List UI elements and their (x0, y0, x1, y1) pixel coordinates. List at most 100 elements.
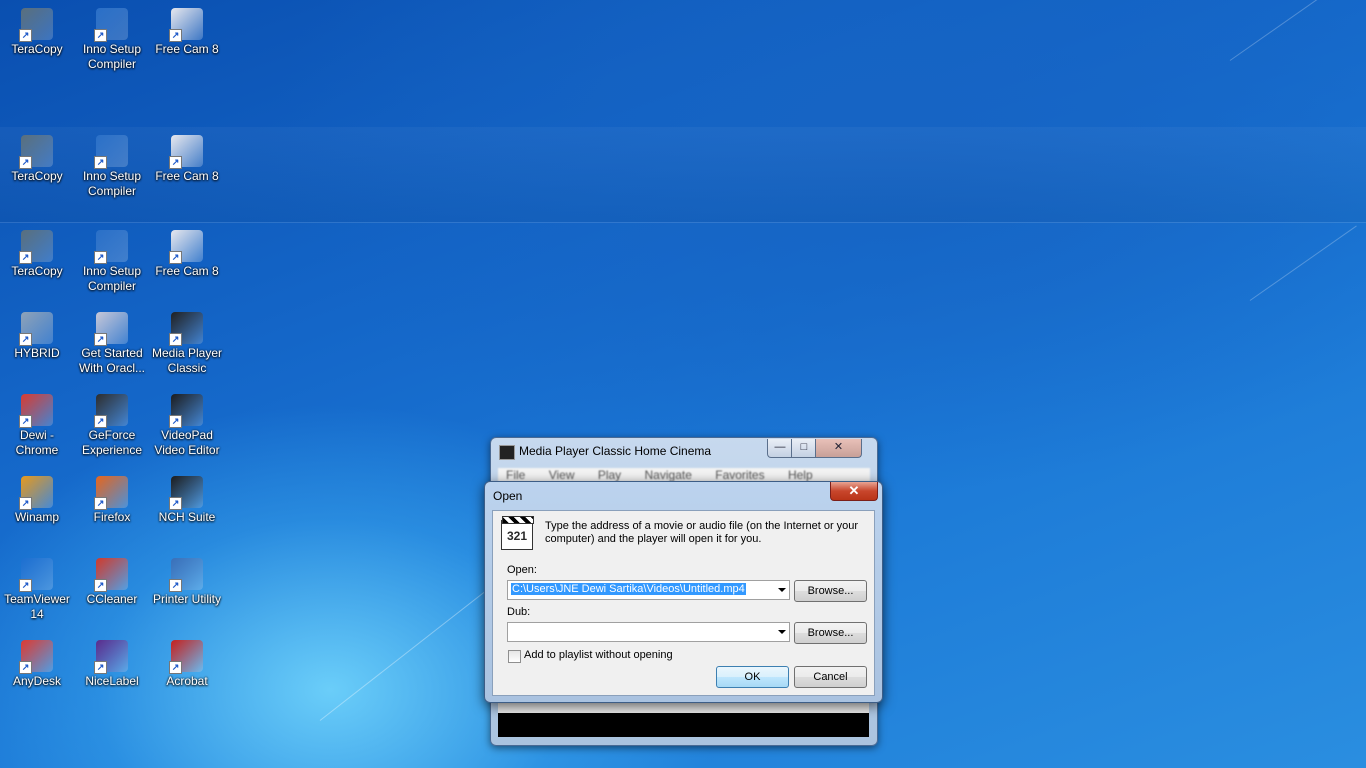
desktop-icon[interactable]: ↗ HYBRID (0, 312, 74, 361)
desktop-icon-label[interactable]: TeraCopy (0, 42, 74, 57)
teamviewer-icon[interactable]: ↗ (19, 558, 53, 592)
desktop-icon[interactable]: ↗ VideoPad Video Editor (150, 394, 224, 458)
desktop-icon[interactable]: ↗ NiceLabel (75, 640, 149, 689)
desktop-icon-label[interactable]: NiceLabel (75, 674, 149, 689)
desktop-icon-label[interactable]: Printer Utility (150, 592, 224, 607)
hybrid-icon[interactable]: ↗ (19, 312, 53, 346)
desktop-icon-label[interactable]: VideoPad Video Editor (150, 428, 224, 458)
nch-suite-icon[interactable]: ↗ (169, 476, 203, 510)
anydesk-icon[interactable]: ↗ (19, 640, 53, 674)
chevron-down-icon[interactable] (778, 588, 786, 592)
desktop-icon[interactable]: ↗ TeraCopy (0, 8, 74, 57)
add-to-playlist-checkbox[interactable] (508, 650, 521, 663)
open-path-combo[interactable]: C:\Users\JNE Dewi Sartika\Videos\Untitle… (507, 580, 790, 600)
inno-setup-icon[interactable]: ↗ (94, 135, 128, 169)
desktop-icon[interactable]: ↗ Dewi - Chrome (0, 394, 74, 458)
desktop-icon-label[interactable]: Media Player Classic (150, 346, 224, 376)
desktop-icon-label[interactable]: CCleaner (75, 592, 149, 607)
printer-utility-icon[interactable]: ↗ (169, 558, 203, 592)
menu-navigate[interactable]: Navigate (645, 468, 692, 482)
ok-button[interactable]: OK (716, 666, 789, 688)
desktop-icon-label[interactable]: TeamViewer 14 (0, 592, 74, 622)
desktop-icon[interactable]: ↗ Free Cam 8 (150, 8, 224, 57)
desktop-icon-label[interactable]: Dewi - Chrome (0, 428, 74, 458)
free-cam-icon[interactable]: ↗ (169, 8, 203, 42)
desktop-icon[interactable]: ↗ Free Cam 8 (150, 135, 224, 184)
desktop-icon-label[interactable]: Winamp (0, 510, 74, 525)
desktop-icon-label[interactable]: Inno Setup Compiler (75, 264, 149, 294)
desktop-icon[interactable]: ↗ Acrobat (150, 640, 224, 689)
desktop-icon[interactable]: ↗ Media Player Classic (150, 312, 224, 376)
desktop-icon-label[interactable]: TeraCopy (0, 264, 74, 279)
acrobat-icon[interactable]: ↗ (169, 640, 203, 674)
desktop-icon[interactable]: ↗ Inno Setup Compiler (75, 230, 149, 294)
desktop-icon-label[interactable]: GeForce Experience (75, 428, 149, 458)
desktop-icon[interactable]: ↗ TeraCopy (0, 230, 74, 279)
menu-file[interactable]: File (506, 468, 525, 482)
shortcut-arrow-icon: ↗ (169, 661, 182, 674)
desktop-icon[interactable]: ↗ Winamp (0, 476, 74, 525)
desktop-icon-label[interactable]: Inno Setup Compiler (75, 42, 149, 72)
shortcut-arrow-icon: ↗ (19, 333, 32, 346)
menu-play[interactable]: Play (598, 468, 621, 482)
desktop-icon[interactable]: ↗ Get Started With Oracl... (75, 312, 149, 376)
close-button[interactable]: ✕ (815, 439, 862, 458)
video-area[interactable] (498, 713, 869, 737)
geforce-icon[interactable]: ↗ (94, 394, 128, 428)
videopad-icon[interactable]: ↗ (169, 394, 203, 428)
open-path-value[interactable]: C:\Users\JNE Dewi Sartika\Videos\Untitle… (511, 583, 746, 595)
firefox-icon[interactable]: ↗ (94, 476, 128, 510)
menu-view[interactable]: View (549, 468, 575, 482)
desktop-icon-label[interactable]: TeraCopy (0, 169, 74, 184)
desktop-icon[interactable]: ↗ CCleaner (75, 558, 149, 607)
dub-path-combo[interactable] (507, 622, 790, 642)
desktop-icon-label[interactable]: Free Cam 8 (150, 42, 224, 57)
desktop-icon[interactable]: ↗ TeraCopy (0, 135, 74, 184)
shortcut-arrow-icon: ↗ (19, 29, 32, 42)
desktop-icon[interactable]: ↗ Firefox (75, 476, 149, 525)
teracopy-icon[interactable]: ↗ (19, 135, 53, 169)
desktop-icon[interactable]: ↗ NCH Suite (150, 476, 224, 525)
cancel-button[interactable]: Cancel (794, 666, 867, 688)
teracopy-icon[interactable]: ↗ (19, 8, 53, 42)
menu-help[interactable]: Help (788, 468, 813, 482)
desktop-icon-label[interactable]: Acrobat (150, 674, 224, 689)
mpc-logo-icon: 321 (501, 516, 534, 550)
desktop-icon[interactable]: ↗ Free Cam 8 (150, 230, 224, 279)
desktop-icon[interactable]: ↗ TeamViewer 14 (0, 558, 74, 622)
chrome-icon[interactable]: ↗ (19, 394, 53, 428)
chevron-down-icon[interactable] (778, 630, 786, 634)
minimize-button[interactable]: — (767, 439, 793, 458)
shortcut-arrow-icon: ↗ (19, 251, 32, 264)
menu-favorites[interactable]: Favorites (715, 468, 764, 482)
desktop-icon-label[interactable]: HYBRID (0, 346, 74, 361)
browse-dub-button[interactable]: Browse... (794, 622, 867, 644)
media-player-classic-icon[interactable]: ↗ (169, 312, 203, 346)
teracopy-icon[interactable]: ↗ (19, 230, 53, 264)
desktop-icon[interactable]: ↗ GeForce Experience (75, 394, 149, 458)
free-cam-icon[interactable]: ↗ (169, 135, 203, 169)
desktop-icon-label[interactable]: Inno Setup Compiler (75, 169, 149, 199)
inno-setup-icon[interactable]: ↗ (94, 8, 128, 42)
desktop-icon-label[interactable]: NCH Suite (150, 510, 224, 525)
free-cam-icon[interactable]: ↗ (169, 230, 203, 264)
desktop-icon[interactable]: ↗ AnyDesk (0, 640, 74, 689)
winamp-icon[interactable]: ↗ (19, 476, 53, 510)
maximize-button[interactable]: □ (791, 439, 817, 458)
nicelabel-icon[interactable]: ↗ (94, 640, 128, 674)
desktop-icon-label[interactable]: Firefox (75, 510, 149, 525)
oracle-icon[interactable]: ↗ (94, 312, 128, 346)
inno-setup-icon[interactable]: ↗ (94, 230, 128, 264)
desktop-icon-label[interactable]: AnyDesk (0, 674, 74, 689)
desktop-icon-label[interactable]: Free Cam 8 (150, 264, 224, 279)
add-to-playlist-label[interactable]: Add to playlist without opening (524, 649, 673, 661)
desktop-icon[interactable]: ↗ Inno Setup Compiler (75, 8, 149, 72)
desktop-icon[interactable]: ↗ Inno Setup Compiler (75, 135, 149, 199)
browse-button[interactable]: Browse... (794, 580, 867, 602)
desktop-icon-label[interactable]: Free Cam 8 (150, 169, 224, 184)
desktop-icon[interactable]: ↗ Printer Utility (150, 558, 224, 607)
ccleaner-icon[interactable]: ↗ (94, 558, 128, 592)
open-dialog[interactable]: Open ✕ 321 Type the address of a movie o… (484, 481, 883, 703)
dialog-close-button[interactable]: ✕ (830, 482, 878, 501)
desktop-icon-label[interactable]: Get Started With Oracl... (75, 346, 149, 376)
